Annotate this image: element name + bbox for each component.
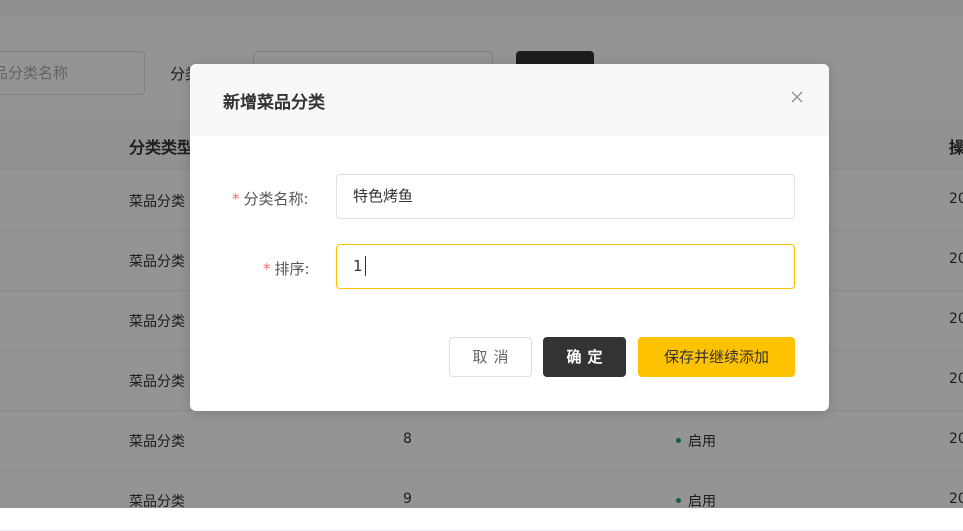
sort-label: * 排序: xyxy=(263,258,310,279)
add-category-dialog: 新增菜品分类 * 分类名称: 特色烤鱼 * 排序: 1 取消 确定 保存并继续添加 xyxy=(190,64,829,411)
sort-value: 1 xyxy=(353,257,363,275)
dialog-header: 新增菜品分类 xyxy=(190,64,829,136)
sort-input[interactable]: 1 xyxy=(336,244,795,289)
close-icon[interactable] xyxy=(786,86,808,108)
cancel-button[interactable]: 取消 xyxy=(449,337,532,377)
text-caret xyxy=(364,255,366,276)
dialog-title: 新增菜品分类 xyxy=(223,93,325,113)
category-name-label: * 分类名称: xyxy=(232,188,309,209)
category-name-label-text: 分类名称: xyxy=(243,190,309,208)
confirm-button[interactable]: 确定 xyxy=(543,337,626,377)
category-name-input[interactable]: 特色烤鱼 xyxy=(336,174,795,219)
required-mark: * xyxy=(232,190,240,208)
save-and-continue-button[interactable]: 保存并继续添加 xyxy=(638,337,795,377)
required-mark: * xyxy=(263,260,271,278)
category-name-value: 特色烤鱼 xyxy=(353,187,414,205)
sort-label-text: 排序: xyxy=(274,260,310,278)
